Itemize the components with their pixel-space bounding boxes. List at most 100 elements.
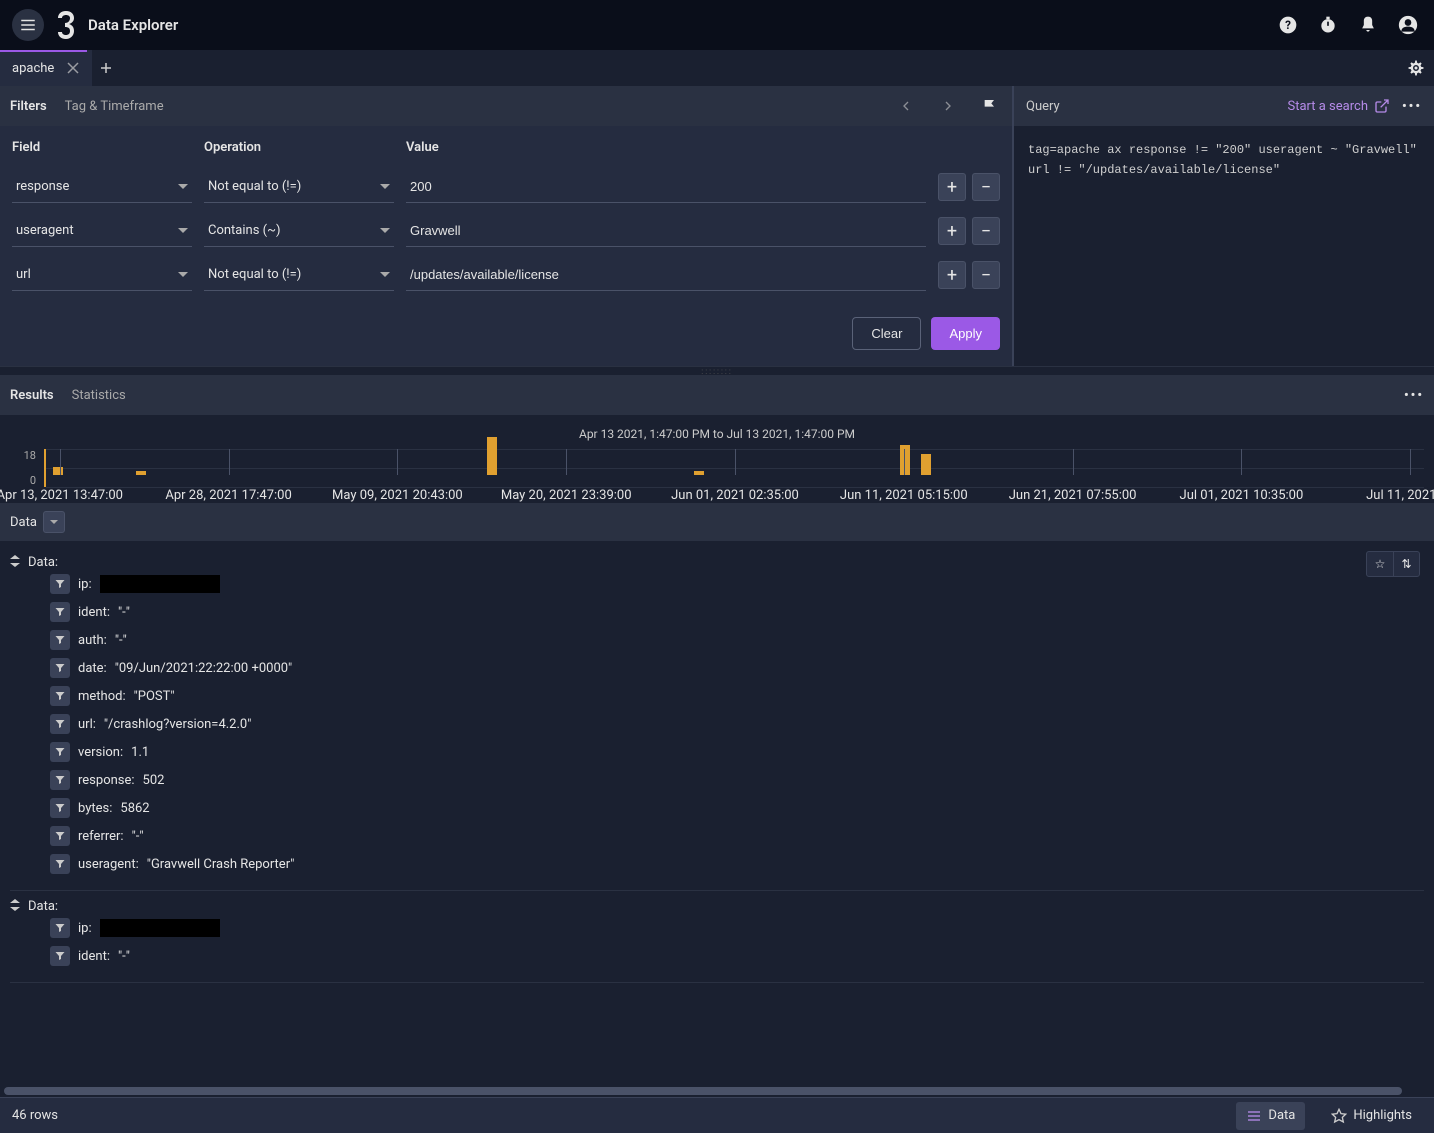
- nav-forward-icon[interactable]: [936, 94, 960, 118]
- data-field-row: response: 502: [10, 766, 1424, 794]
- filter-row: useragent Contains (~) + −: [0, 209, 1012, 253]
- tab-statistics[interactable]: Statistics: [72, 388, 126, 403]
- filter-icon[interactable]: [50, 574, 70, 594]
- data-field-row: version: 1.1: [10, 738, 1424, 766]
- chart-bar[interactable]: [694, 471, 704, 475]
- collapse-icon[interactable]: [10, 899, 20, 914]
- flag-icon[interactable]: [978, 94, 1002, 118]
- field-key: ip:: [78, 921, 92, 936]
- drag-handle[interactable]: ::::::::: [0, 367, 1434, 375]
- data-dropdown-button[interactable]: [43, 511, 65, 533]
- filter-icon[interactable]: [50, 918, 70, 938]
- operation-select[interactable]: Contains (~): [204, 215, 394, 247]
- help-icon[interactable]: ?: [1274, 11, 1302, 39]
- operation-select[interactable]: Not equal to (!=): [204, 259, 394, 291]
- field-value: "-": [118, 949, 130, 964]
- chart-bar[interactable]: [53, 467, 63, 475]
- field-value: "-": [118, 605, 130, 620]
- close-icon[interactable]: [66, 61, 80, 75]
- tab-filters[interactable]: Filters: [10, 99, 47, 114]
- nav-back-icon[interactable]: [894, 94, 918, 118]
- user-icon[interactable]: [1394, 11, 1422, 39]
- data-field-row: useragent: "Gravwell Crash Reporter": [10, 850, 1424, 878]
- filter-icon[interactable]: [50, 714, 70, 734]
- operation-select-value: Not equal to (!=): [208, 267, 301, 282]
- filter-icon[interactable]: [50, 602, 70, 622]
- filter-icon[interactable]: [50, 946, 70, 966]
- chart-bar[interactable]: [487, 437, 497, 475]
- filter-icon[interactable]: [50, 630, 70, 650]
- data-record: Data:ip: ident: "-": [10, 891, 1424, 983]
- tab-tag-timeframe[interactable]: Tag & Timeframe: [65, 99, 164, 114]
- value-input[interactable]: [406, 171, 926, 203]
- chart-bar[interactable]: [136, 471, 146, 475]
- star-icon[interactable]: ☆: [1367, 552, 1393, 576]
- status-tab-highlights[interactable]: Highlights: [1321, 1102, 1422, 1130]
- value-input[interactable]: [406, 215, 926, 247]
- bell-icon[interactable]: [1354, 11, 1382, 39]
- field-key: referrer:: [78, 829, 124, 844]
- ytick: 0: [12, 474, 36, 487]
- query-menu-icon[interactable]: •••: [1402, 99, 1422, 114]
- filter-icon[interactable]: [50, 686, 70, 706]
- field-key: ident:: [78, 605, 110, 620]
- record-title: Data:: [28, 899, 58, 914]
- add-tab-button[interactable]: [92, 61, 120, 75]
- status-tab-data[interactable]: Data: [1236, 1102, 1305, 1130]
- status-tab-label: Data: [1268, 1108, 1295, 1123]
- apply-button[interactable]: Apply: [931, 317, 1000, 350]
- field-select[interactable]: url: [12, 259, 192, 291]
- collapse-icon[interactable]: [10, 555, 20, 570]
- settings-icon[interactable]: [1398, 59, 1434, 77]
- data-field-row: url: "/crashlog?version=4.2.0": [10, 710, 1424, 738]
- xtick: May 20, 2021 23:39:00: [501, 488, 632, 503]
- remove-filter-button[interactable]: −: [972, 173, 1000, 201]
- filter-icon[interactable]: [50, 770, 70, 790]
- data-field-row: method: "POST": [10, 682, 1424, 710]
- header-operation: Operation: [204, 140, 394, 155]
- data-field-row: ip:: [10, 570, 1424, 598]
- add-filter-button[interactable]: +: [938, 261, 966, 289]
- filter-icon[interactable]: [50, 854, 70, 874]
- remove-filter-button[interactable]: −: [972, 261, 1000, 289]
- xtick: Jun 11, 2021 05:15:00: [840, 488, 968, 503]
- field-key: date:: [78, 661, 107, 676]
- field-select[interactable]: useragent: [12, 215, 192, 247]
- tab-results[interactable]: Results: [10, 388, 54, 403]
- filter-headers: Field Operation Value: [0, 126, 1012, 165]
- tab-active-indicator: [0, 50, 87, 52]
- operation-select[interactable]: Not equal to (!=): [204, 171, 394, 203]
- start-search-link[interactable]: Start a search: [1288, 98, 1390, 114]
- filter-icon[interactable]: [50, 826, 70, 846]
- field-select-value: response: [16, 179, 69, 194]
- tab-apache[interactable]: apache: [0, 50, 92, 86]
- tab-label: apache: [12, 61, 54, 76]
- operation-select-value: Contains (~): [208, 223, 280, 238]
- field-key: ip:: [78, 577, 92, 592]
- statusbar: 46 rows Data Highlights: [0, 1097, 1434, 1133]
- expand-icon[interactable]: ⇅: [1393, 552, 1419, 576]
- chart-bar[interactable]: [900, 445, 910, 475]
- filter-icon[interactable]: [50, 658, 70, 678]
- tabbar: apache: [0, 50, 1434, 86]
- data-list[interactable]: Data:☆⇅ip: ident: "-"auth: "-"date: "09/…: [0, 541, 1434, 1085]
- query-text: tag=apache ax response != "200" useragen…: [1014, 126, 1434, 195]
- horizontal-scrollbar[interactable]: [0, 1085, 1434, 1097]
- results-menu-icon[interactable]: •••: [1404, 388, 1424, 403]
- stopwatch-icon[interactable]: [1314, 11, 1342, 39]
- menu-button[interactable]: [12, 9, 44, 41]
- results-chart[interactable]: 18 0 Apr 13, 2021 13:47:00Apr 28, 2021 1…: [40, 449, 1424, 499]
- chart-area: Apr 13 2021, 1:47:00 PM to Jul 13 2021, …: [0, 415, 1434, 503]
- add-filter-button[interactable]: +: [938, 217, 966, 245]
- filter-icon[interactable]: [50, 742, 70, 762]
- value-input[interactable]: [406, 259, 926, 291]
- field-select[interactable]: response: [12, 171, 192, 203]
- remove-filter-button[interactable]: −: [972, 217, 1000, 245]
- chart-bar[interactable]: [921, 454, 931, 475]
- filter-icon[interactable]: [50, 798, 70, 818]
- field-key: bytes:: [78, 801, 112, 816]
- field-value: "-": [132, 829, 144, 844]
- add-filter-button[interactable]: +: [938, 173, 966, 201]
- clear-button[interactable]: Clear: [852, 317, 921, 350]
- field-value: "-": [115, 633, 127, 648]
